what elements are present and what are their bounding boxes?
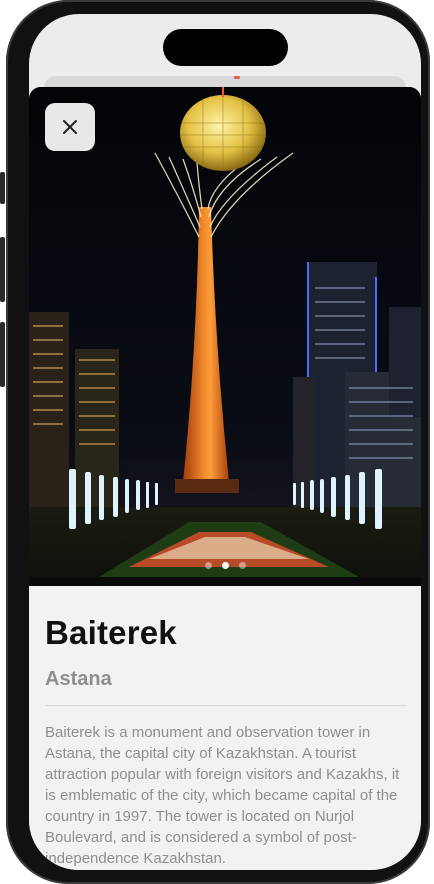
landmark-photo-illustration <box>29 87 421 586</box>
volume-down-button <box>0 322 5 387</box>
dynamic-island <box>163 29 288 66</box>
landmark-description: Baiterek is a monument and observation t… <box>45 724 400 867</box>
landmark-info: Baiterek Astana Baiterek is a monument a… <box>45 586 407 869</box>
screen: Baiterek Astana Baiterek is a monument a… <box>29 14 421 870</box>
phone-frame: Baiterek Astana Baiterek is a monument a… <box>6 0 430 884</box>
divider <box>45 705 407 706</box>
page-dot-2[interactable] <box>221 561 229 569</box>
background-sheet-marker <box>234 76 240 79</box>
landmark-city: Astana <box>45 668 112 690</box>
action-button <box>0 172 5 204</box>
landmark-title: Baiterek <box>45 614 177 651</box>
landmark-photo[interactable] <box>29 87 421 586</box>
page-dot-1[interactable] <box>204 561 212 569</box>
volume-up-button <box>0 237 5 302</box>
landmark-detail-sheet: Baiterek Astana Baiterek is a monument a… <box>29 87 421 870</box>
page-dot-3[interactable] <box>238 561 246 569</box>
image-page-indicator[interactable] <box>29 560 421 570</box>
close-button[interactable] <box>45 103 95 151</box>
close-icon <box>63 120 77 134</box>
